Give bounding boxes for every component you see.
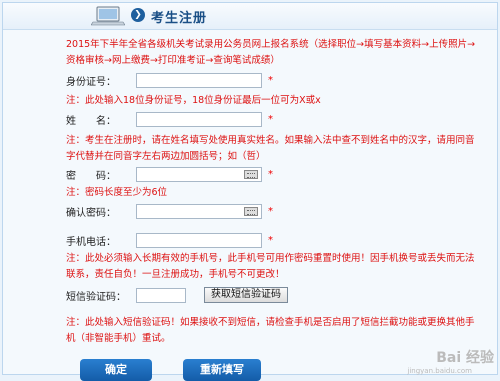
- id-card-row: 身份证号： *: [66, 73, 273, 88]
- keyboard-icon[interactable]: [244, 207, 258, 216]
- required-marker: *: [268, 75, 273, 86]
- get-sms-code-button[interactable]: 获取短信验证码: [204, 287, 288, 303]
- required-marker: *: [268, 169, 273, 180]
- id-card-label: 身份证号：: [66, 73, 136, 88]
- phone-row: 手机电话： *: [66, 233, 273, 248]
- watermark: Bai 经验: [436, 347, 494, 367]
- phone-input[interactable]: [136, 233, 262, 248]
- name-note: 注：考生在注册时，请在姓名填写处使用真实姓名。如果输入法中查不到姓名中的汉字，请…: [66, 133, 482, 165]
- password-row: 密 码： *: [66, 167, 273, 182]
- password-label: 密 码：: [66, 167, 136, 182]
- id-card-note: 注：此处输入18位身份证号，18位身份证最后一位可为X或x: [66, 93, 482, 109]
- name-input[interactable]: [136, 112, 262, 127]
- phone-note: 注：此处必须输入长期有效的手机号，此手机号可用作密码重置时使用！因手机换号或丢失…: [66, 251, 482, 283]
- sms-code-input[interactable]: [136, 288, 186, 303]
- required-marker: *: [268, 206, 273, 217]
- confirm-password-row: 确认密码： *: [66, 204, 273, 219]
- required-marker: *: [268, 114, 273, 125]
- reset-button[interactable]: 重新填写: [183, 359, 261, 381]
- name-row: 姓 名： *: [66, 112, 273, 127]
- laptop-icon: [91, 6, 125, 26]
- arrow-right-icon: ❯: [131, 8, 145, 22]
- confirm-password-label: 确认密码：: [66, 204, 136, 219]
- phone-label: 手机电话：: [66, 233, 136, 248]
- sms-label: 短信验证码：: [66, 288, 136, 303]
- page-header: ❯ 考生注册: [3, 3, 497, 30]
- confirm-password-input[interactable]: [136, 204, 262, 219]
- password-note: 注：密码长度至少为6位: [66, 185, 482, 201]
- password-input[interactable]: [136, 167, 262, 182]
- name-label: 姓 名：: [66, 112, 136, 127]
- process-intro: 2015年下半年全省各级机关考试录用公务员网上报名系统（选择职位→填写基本资料→…: [66, 37, 476, 69]
- keyboard-icon[interactable]: [244, 170, 258, 179]
- required-marker: *: [268, 235, 273, 246]
- id-card-input[interactable]: [136, 73, 262, 88]
- page-title: 考生注册: [151, 7, 207, 26]
- sms-row: 短信验证码： 获取短信验证码: [66, 287, 288, 303]
- watermark-url: jingyan.baidu.com: [407, 367, 472, 375]
- confirm-button[interactable]: 确定: [80, 359, 152, 381]
- sms-note: 注：此处输入短信验证码！如果接收不到短信，请检查手机是否启用了短信拦截功能或更换…: [66, 315, 482, 347]
